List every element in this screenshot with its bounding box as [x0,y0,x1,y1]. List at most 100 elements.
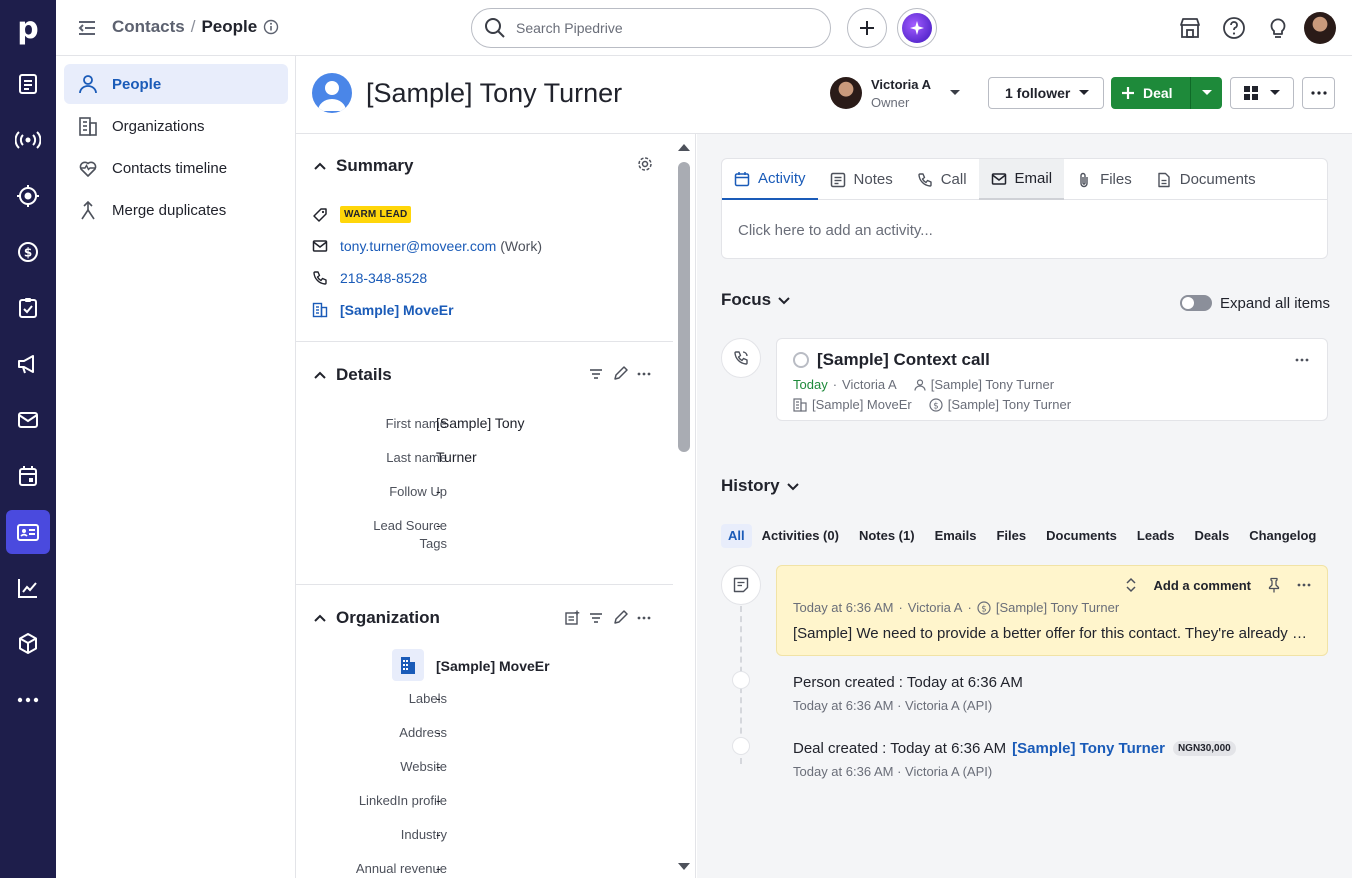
more-actions-button[interactable] [1302,77,1335,109]
filter-notes[interactable]: Notes (1) [849,524,925,548]
filter-activities[interactable]: Activities (0) [752,524,849,548]
activity-deal[interactable]: [Sample] Tony Turner [948,397,1071,412]
view-switcher-button[interactable] [1230,77,1294,109]
pin-icon[interactable] [1267,577,1281,593]
breadcrumb-contacts[interactable]: Contacts [112,17,185,37]
pipedrive-logo[interactable]: p [0,0,56,56]
more-icon[interactable] [6,678,50,722]
edit-icon[interactable] [613,610,628,625]
tab-email[interactable]: Email [978,159,1065,200]
sidebar-item-organizations[interactable]: Organizations [64,106,288,146]
event-value: Today at 6:36 AM [890,740,1007,757]
follower-button[interactable]: 1 follower [988,77,1104,109]
filter-emails[interactable]: Emails [925,524,987,548]
activity-title[interactable]: [Sample] Context call [817,350,990,370]
quick-add-button[interactable] [847,8,887,48]
filter-leads[interactable]: Leads [1127,524,1185,548]
follow-up-value[interactable]: - [436,483,441,499]
target-icon[interactable] [6,174,50,218]
lightbulb-icon[interactable] [1266,16,1290,40]
sidebar-item-merge-duplicates[interactable]: Merge duplicates [64,190,288,230]
lead-source-value[interactable]: - [436,517,441,533]
activity-person[interactable]: [Sample] Tony Turner [931,377,1054,392]
deal-options-button[interactable] [1190,77,1222,109]
insights-icon[interactable] [6,566,50,610]
tab-documents[interactable]: Documents [1144,159,1268,200]
filter-icon[interactable] [589,367,603,381]
tasks-icon[interactable] [6,286,50,330]
sidebar-item-people[interactable]: People [64,64,288,104]
scrollbar-thumb[interactable] [678,162,690,452]
products-icon[interactable] [6,622,50,666]
more-horizontal-icon[interactable] [1295,358,1309,362]
settings-icon[interactable] [637,156,653,172]
calendar-icon[interactable] [6,454,50,498]
edit-icon[interactable] [613,366,628,381]
ai-assistant-button[interactable] [897,8,937,48]
details-header[interactable]: Details [312,365,392,385]
industry-value[interactable]: - [436,826,441,842]
owner-name[interactable]: Victoria A [871,77,931,92]
sidebar-item-contacts-timeline[interactable]: Contacts timeline [64,148,288,188]
event-dot [732,737,750,755]
phone-link[interactable]: 218-348-8528 [340,270,427,286]
labels-value[interactable]: - [436,690,441,706]
annual-revenue-value[interactable]: - [436,860,441,876]
email-link[interactable]: tony.turner@moveer.com [340,238,496,254]
deal-link[interactable]: [Sample] Tony Turner [1012,740,1165,757]
tab-files[interactable]: Files [1064,159,1144,200]
deals-icon[interactable]: $ [6,230,50,274]
history-header[interactable]: History [721,476,800,496]
follower-label: 1 follower [1005,85,1071,101]
chevron-down-icon[interactable] [948,87,962,97]
more-horizontal-icon[interactable] [1297,583,1311,587]
linkedin-value[interactable]: - [436,792,441,808]
owner-avatar[interactable] [830,77,862,109]
tab-activity[interactable]: Activity [722,159,818,200]
leads-icon[interactable] [6,62,50,106]
warm-lead-badge[interactable]: WARM LEAD [340,206,412,223]
person-name[interactable]: [Sample] Tony Turner [366,78,622,109]
tab-call[interactable]: Call [905,159,979,200]
filter-changelog[interactable]: Changelog [1239,524,1326,548]
info-icon[interactable] [263,19,279,35]
tab-notes[interactable]: Notes [818,159,905,200]
more-horizontal-icon[interactable] [637,616,651,620]
mail-icon[interactable] [6,398,50,442]
campaigns-icon[interactable] [6,342,50,386]
contacts-icon[interactable] [6,510,50,554]
focus-activity-card[interactable]: [Sample] Context call Today · Victoria A… [776,338,1328,421]
broadcast-icon[interactable] [6,118,50,162]
note-text[interactable]: [Sample] We need to provide a better off… [793,625,1313,642]
add-related-icon[interactable] [565,610,580,625]
add-deal-button[interactable]: Deal [1111,77,1190,109]
expand-collapse-icon[interactable] [1125,577,1137,593]
organization-link[interactable]: [Sample] MoveEr [340,302,454,318]
add-comment-button[interactable]: Add a comment [1153,578,1251,593]
address-value[interactable]: - [436,724,441,740]
last-name-value[interactable]: Turner [436,449,477,465]
organization-name-link[interactable]: [Sample] MoveEr [436,658,550,674]
filter-documents[interactable]: Documents [1036,524,1127,548]
collapse-sidebar-icon[interactable] [76,16,100,40]
help-icon[interactable] [1222,16,1246,40]
marketplace-icon[interactable] [1178,16,1202,40]
filter-deals[interactable]: Deals [1184,524,1239,548]
website-value[interactable]: - [436,758,441,774]
focus-header[interactable]: Focus [721,290,791,310]
user-avatar[interactable] [1304,12,1336,44]
note-deal-link[interactable]: [Sample] Tony Turner [996,600,1119,615]
expand-all-toggle[interactable] [1180,295,1212,311]
more-horizontal-icon[interactable] [637,372,651,376]
filter-all[interactable]: All [721,524,752,548]
organization-header[interactable]: Organization [312,608,440,628]
activity-org[interactable]: [Sample] MoveEr [812,397,912,412]
filter-files[interactable]: Files [986,524,1036,548]
summary-header[interactable]: Summary [312,156,413,176]
search-input[interactable]: Search Pipedrive [471,8,831,48]
mark-done-checkbox[interactable] [793,352,809,368]
add-activity-input[interactable]: Click here to add an activity... [738,222,933,239]
note-card[interactable]: Add a comment Today at 6:36 AM · Victori… [776,565,1328,656]
filter-icon[interactable] [589,611,603,625]
first-name-value[interactable]: [Sample] Tony [436,415,524,431]
